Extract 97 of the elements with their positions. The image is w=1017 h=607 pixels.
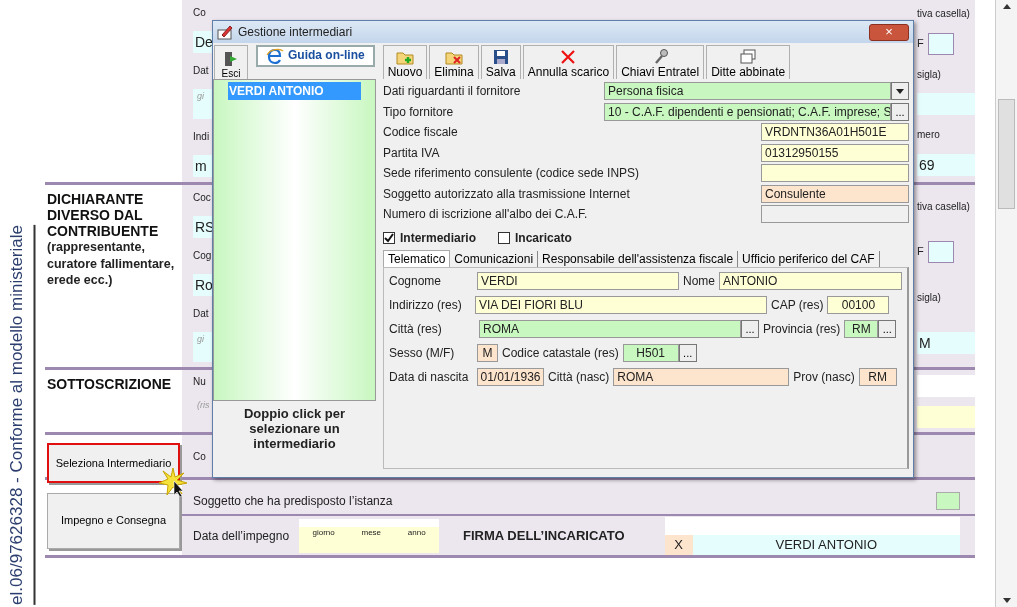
- input-field[interactable]: Consulente: [761, 184, 909, 203]
- checkbox[interactable]: [498, 231, 510, 244]
- section-subtitle: (rappresentante, curatore fallimentare, erede ecc.): [47, 239, 176, 289]
- form-button[interactable]: Impegno e Consegna: [47, 492, 180, 549]
- input-field[interactable]: ROMA: [613, 367, 790, 386]
- date-field: giorno mese anno: [299, 518, 440, 553]
- form-field: [936, 492, 960, 510]
- mark-field: X: [664, 534, 693, 555]
- form-button[interactable]: Seleziona Intermediario: [47, 443, 180, 483]
- dialog-title: Gestione intermediari: [238, 24, 353, 41]
- input-field[interactable]: RM: [858, 367, 897, 386]
- field-label: mero: [917, 128, 941, 143]
- field-label: Soggetto che ha predisposto l’istanza: [193, 493, 393, 510]
- field-label: tiva casella): [917, 199, 971, 214]
- field-label: Città (nasc): [548, 368, 610, 386]
- field-label: Prov (nasc): [793, 368, 855, 386]
- vertical-caption: el.06/97626328 - Conforme al modello ministeriale: [4, 225, 36, 605]
- section-title: DICHIARANTE DIVERSO DAL CONTRIBUENTE: [47, 191, 160, 240]
- lookup-button[interactable]: ...: [891, 102, 909, 121]
- lookup-button[interactable]: ...: [741, 319, 759, 338]
- input-field[interactable]: 01/01/1936: [477, 367, 544, 386]
- input-field[interactable]: Persona fisica: [604, 82, 891, 101]
- option-label: F: [917, 36, 924, 52]
- field-label: Sede riferimento consulente (codice sede INPS): [383, 165, 641, 183]
- lookup-button[interactable]: ...: [878, 319, 897, 338]
- field-label: Tipo fornitore: [383, 103, 455, 121]
- field-label: Provincia (res): [763, 320, 841, 338]
- field-label: Co: [193, 6, 207, 21]
- field-label: Indi: [193, 130, 211, 145]
- windows-icon: [739, 47, 758, 66]
- toolbar-button[interactable]: Guida on-line: [256, 45, 375, 67]
- close-button[interactable]: ×: [869, 23, 909, 41]
- field-label: Dati riguardanti il fornitore: [383, 83, 522, 101]
- x-icon: [559, 47, 578, 66]
- tab[interactable]: Comunicazioni: [450, 250, 539, 267]
- input-field[interactable]: M: [477, 343, 498, 362]
- browser-e-icon: [266, 47, 284, 65]
- section-title: SOTTOSCRIZIONE: [47, 376, 173, 393]
- field-label: CAP (res): [771, 296, 824, 314]
- tab[interactable]: Ufficio periferico del CAF: [738, 250, 880, 267]
- field-label: Sesso (M/F): [389, 344, 456, 362]
- check-icon: [384, 232, 394, 243]
- field-label: Dat: [193, 64, 210, 79]
- field-label: sigla): [917, 290, 942, 305]
- form-field: 69: [917, 154, 975, 177]
- checkbox-label: Incaricato: [515, 229, 572, 247]
- field-label: Nu: [193, 375, 207, 390]
- field-label: tiva casella): [917, 6, 971, 21]
- dropdown-button[interactable]: [891, 82, 909, 101]
- field-label: Cognome: [389, 272, 442, 290]
- field-label: Codice fiscale: [383, 124, 459, 142]
- form-field: M: [917, 331, 975, 354]
- field-label: Co: [193, 449, 207, 464]
- pencil-icon: [217, 24, 233, 40]
- field-label: Cog: [193, 249, 213, 264]
- tab[interactable]: Responsabile dell'assistenza fiscale: [538, 250, 739, 267]
- pointer-icon: [158, 467, 188, 497]
- input-field[interactable]: 10 - C.A.F. dipendenti e pensionati; C.A.F. imprese; S: [604, 102, 891, 121]
- lookup-button[interactable]: ...: [678, 343, 697, 362]
- input-field[interactable]: 00100: [827, 295, 890, 314]
- input-field[interactable]: [761, 164, 909, 183]
- input-field[interactable]: 01312950155: [761, 143, 909, 162]
- toolbar-button[interactable]: Salva: [480, 45, 521, 79]
- input-field[interactable]: VERDI: [477, 271, 679, 290]
- field-label: Numero di iscrizione all'albo dei C.A.F.: [383, 206, 589, 224]
- input-field[interactable]: ROMA: [479, 319, 741, 338]
- toolbar-button[interactable]: Elimina: [429, 45, 479, 79]
- field-label: Dat: [193, 307, 210, 322]
- tab[interactable]: Telematico: [383, 249, 451, 267]
- field-label: Indirizzo (res): [389, 296, 463, 314]
- toolbar-button[interactable]: Ditte abbinate: [706, 45, 791, 79]
- form-field: (ris: [193, 397, 219, 428]
- field-label: Nome: [683, 272, 715, 290]
- field-label: sigla): [917, 67, 942, 82]
- list-hint: Doppio click per selezionare un intermediario: [242, 407, 347, 452]
- input-field[interactable]: H501: [622, 343, 679, 362]
- input-field[interactable]: ANTONIO: [719, 271, 902, 290]
- caret-icon: [896, 88, 904, 94]
- field-label: Data di nascita: [389, 368, 470, 386]
- field-label: Partita IVA: [383, 144, 441, 162]
- input-field[interactable]: RM: [844, 319, 879, 338]
- checkbox[interactable]: [383, 231, 395, 244]
- signature-title: FIRMA DELL’INCARICATO: [463, 526, 625, 545]
- toolbar-button[interactable]: Nuovo: [382, 45, 428, 79]
- field-label: Coc: [193, 191, 212, 206]
- input-field[interactable]: VRDNTN36A01H501E: [761, 123, 909, 142]
- field-label: Data dell’impegno: [193, 527, 290, 545]
- input-field[interactable]: VIA DEI FIORI BLU: [475, 295, 767, 314]
- field-label: Codice catastale (res): [502, 344, 619, 362]
- input-field[interactable]: [761, 205, 909, 224]
- field-label: Soggetto autorizzato alla trasmissione Internet: [383, 185, 631, 203]
- checkbox-label: Intermediario: [400, 229, 476, 247]
- field-label: Città (res): [389, 320, 443, 338]
- toolbar-button[interactable]: Esci: [214, 45, 248, 79]
- toolbar-button[interactable]: Annulla scarico: [522, 45, 615, 79]
- option-label: F: [917, 244, 924, 260]
- toolbar-button[interactable]: Chiavi Entratel: [616, 45, 705, 79]
